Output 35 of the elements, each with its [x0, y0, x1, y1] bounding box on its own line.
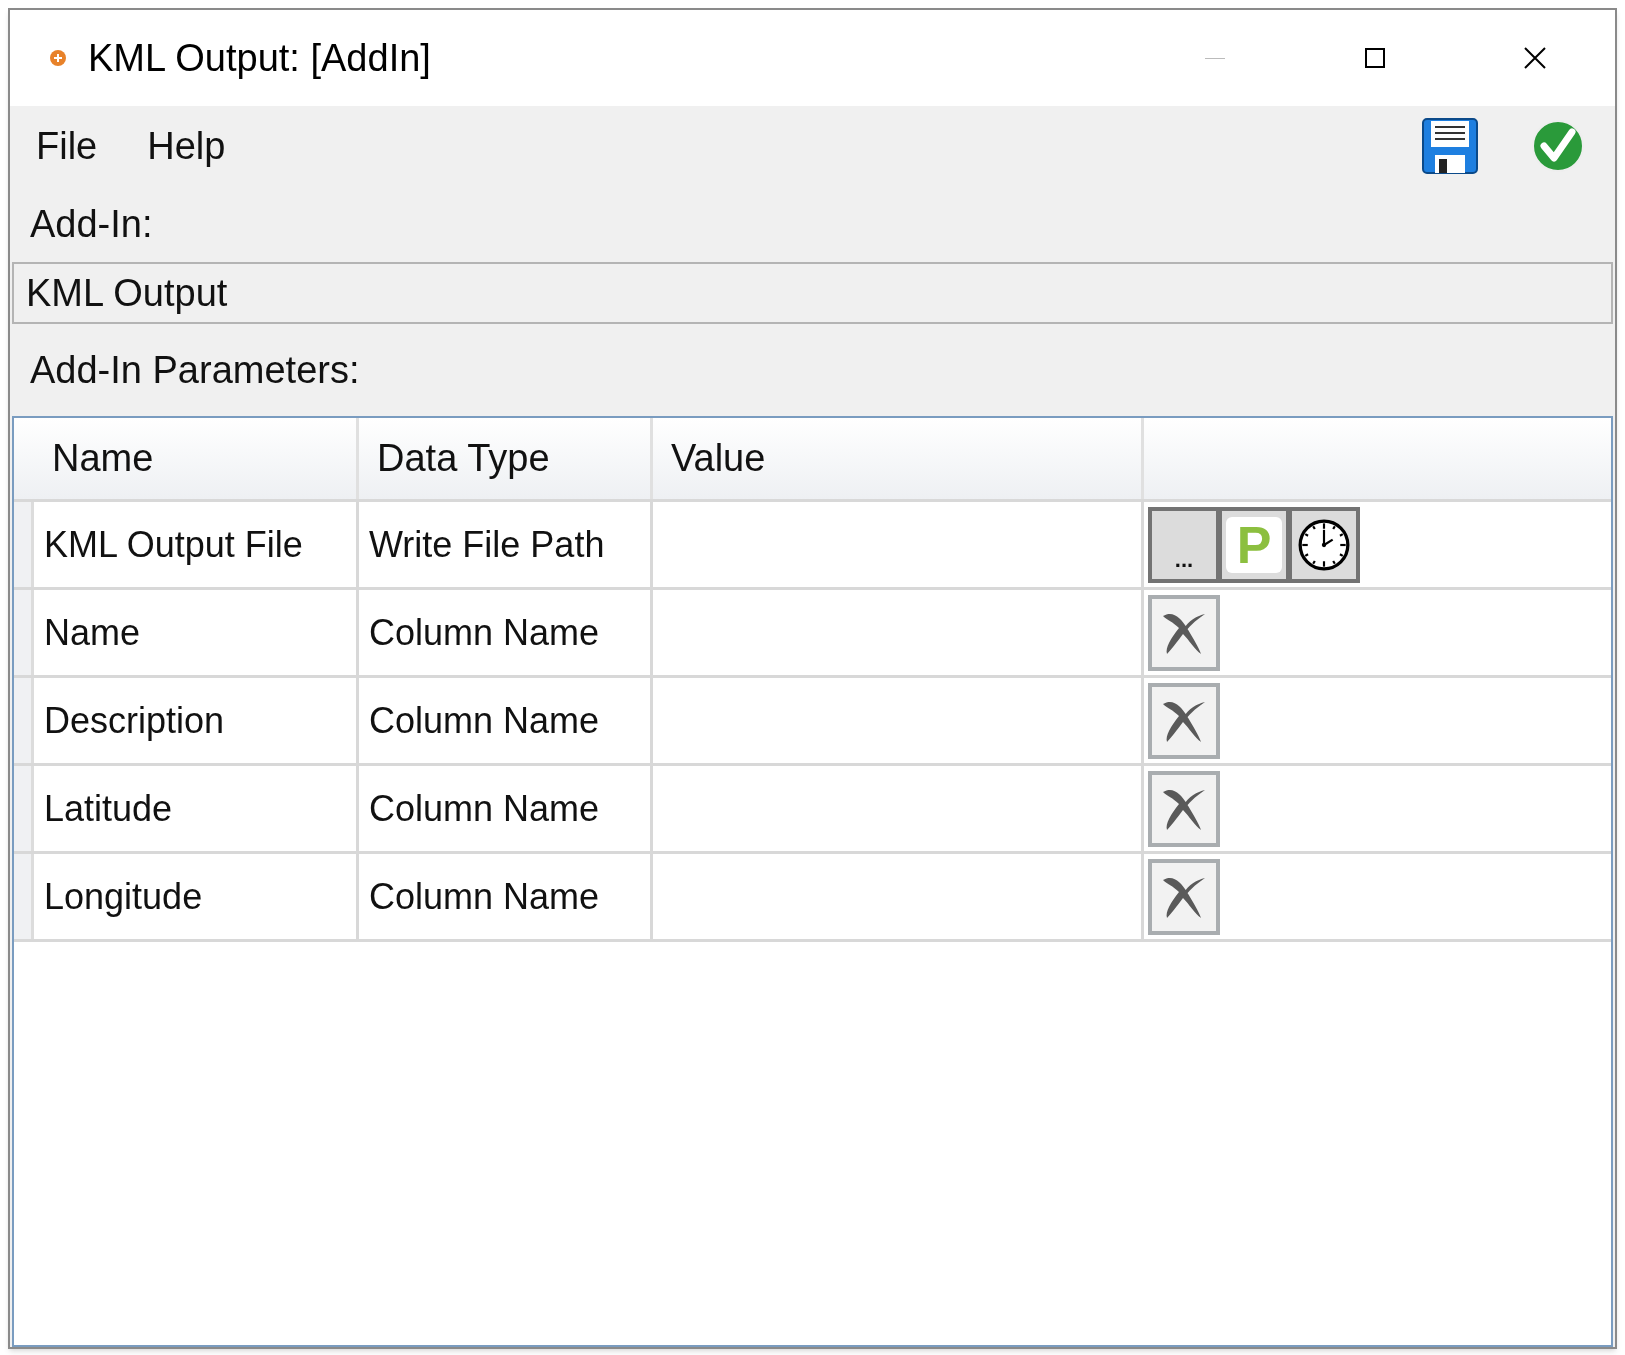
addin-label: Add-In: [30, 201, 153, 247]
clear-button[interactable] [1148, 594, 1220, 671]
table-cell: Column Name [359, 678, 653, 763]
clear-button[interactable] [1148, 770, 1220, 847]
row-header[interactable] [14, 502, 34, 587]
check-icon[interactable] [1531, 119, 1585, 173]
browse-button[interactable]: ... [1152, 510, 1216, 579]
row-header[interactable] [14, 590, 34, 675]
table-cell: Longitude [34, 854, 359, 939]
addin-field[interactable]: KML Output [12, 262, 1613, 324]
row-header[interactable] [14, 854, 34, 939]
window-title: KML Output: [AddIn] [88, 35, 431, 81]
row-header[interactable] [14, 766, 34, 851]
row-header[interactable] [14, 678, 34, 763]
parameters-label: Add-In Parameters: [30, 347, 360, 393]
app-icon [50, 50, 66, 66]
table-cell: KML Output File [34, 502, 359, 587]
column-header[interactable]: Data Type [359, 418, 653, 499]
table-cell: Write File Path [359, 502, 653, 587]
clock-icon [1298, 518, 1350, 571]
clear-button[interactable] [1148, 858, 1220, 935]
clear-button[interactable] [1148, 682, 1220, 759]
column-header[interactable]: Value [653, 418, 1144, 499]
menu-item[interactable]: File [36, 117, 98, 175]
menu-item[interactable]: Help [147, 117, 226, 175]
column-header[interactable]: Name [34, 418, 359, 499]
table-cell: Name [34, 590, 359, 675]
table-cell: Column Name [359, 854, 653, 939]
table-cell: Column Name [359, 590, 653, 675]
table-cell: Description [34, 678, 359, 763]
table-cell: Latitude [34, 766, 359, 851]
time-button[interactable] [1292, 510, 1356, 579]
table-cell: Column Name [359, 766, 653, 851]
close-icon [1524, 47, 1546, 69]
save-icon[interactable] [1421, 117, 1479, 175]
